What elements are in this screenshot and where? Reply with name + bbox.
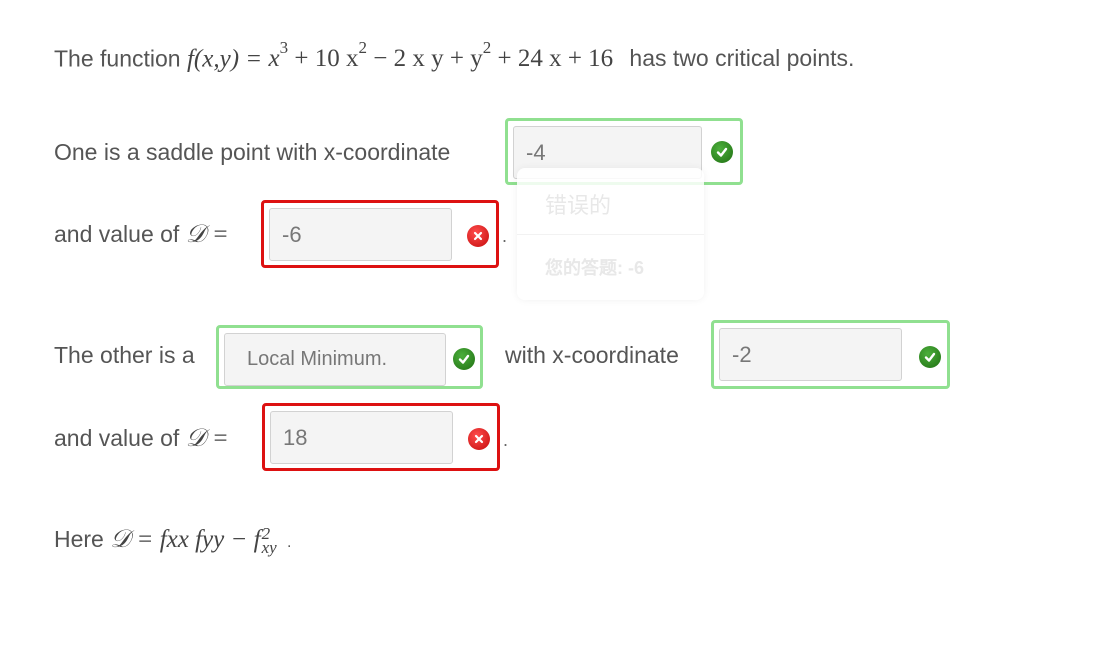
formula-sub: xy <box>261 538 277 558</box>
other-point-label: The other is a <box>54 342 195 368</box>
expr-term-1: x <box>268 45 280 73</box>
saddle-d-answer-box: -6 <box>261 200 499 268</box>
point-type-dropdown[interactable]: Local Minimum. <box>224 333 446 386</box>
other-d-text: and value of <box>54 425 180 451</box>
saddle-d-input[interactable]: -6 <box>269 208 452 261</box>
other-d-answer-box: 18 <box>262 403 500 471</box>
expr-term-2: + 10 x <box>294 45 359 73</box>
expr-exp-1: 3 <box>279 38 289 57</box>
expr-term-3: − 2 x y + y <box>373 45 483 73</box>
d-formula: fxx fyy − f 2 xy <box>159 525 277 558</box>
tooltip-answer-label: 您的答题: <box>545 258 623 278</box>
tooltip-title: 错误的 <box>545 193 612 218</box>
saddle-d-text: and value of <box>54 221 180 247</box>
other-x-input[interactable]: -2 <box>719 328 902 381</box>
type-select-box: Local Minimum. <box>216 325 483 389</box>
function-label: f(x,y) = <box>186 45 263 73</box>
expr-exp-3: 2 <box>482 38 492 57</box>
period: . <box>502 226 508 246</box>
other-x-answer-box: -2 <box>711 320 950 389</box>
formula-main: fxx fyy − f <box>159 526 261 553</box>
other-d-label: and value of 𝒟 = <box>54 423 229 454</box>
d-symbol: 𝒟 = <box>185 221 229 248</box>
problem-statement: The function f(x,y) = x3 + 10 x2 − 2 x y… <box>54 37 854 74</box>
period: . <box>503 430 509 450</box>
expr-term-4: + 24 x + 16 <box>497 45 614 73</box>
saddle-point-label: One is a saddle point with x-coordinate <box>54 139 451 165</box>
correct-check-icon <box>711 141 733 163</box>
correct-check-icon <box>919 346 941 368</box>
d-definition: Here 𝒟 = fxx fyy − f 2 xy . <box>54 524 292 558</box>
incorrect-x-icon <box>468 428 490 450</box>
other-x-label: with x-coordinate <box>505 342 679 368</box>
intro-after-text: has two critical points. <box>629 45 855 72</box>
correct-check-icon <box>453 348 475 370</box>
period: . <box>287 534 292 551</box>
expr-exp-2: 2 <box>358 38 368 57</box>
feedback-tooltip: 错误的 您的答题: -6 <box>517 168 704 300</box>
here-text: Here <box>54 526 104 552</box>
d-symbol: 𝒟 = <box>185 425 229 452</box>
incorrect-x-icon <box>467 225 489 247</box>
tooltip-answer-value: -6 <box>628 258 645 278</box>
function-expression: x3 + 10 x2 − 2 x y + y2 + 24 x + 16 <box>268 38 620 73</box>
d-symbol: 𝒟 = <box>110 526 154 553</box>
saddle-d-label: and value of 𝒟 = <box>54 219 229 250</box>
other-d-input[interactable]: 18 <box>270 411 453 464</box>
tooltip-divider <box>517 234 704 235</box>
intro-before-text: The function <box>54 45 181 72</box>
tooltip-answer: 您的答题: -6 <box>545 254 644 280</box>
